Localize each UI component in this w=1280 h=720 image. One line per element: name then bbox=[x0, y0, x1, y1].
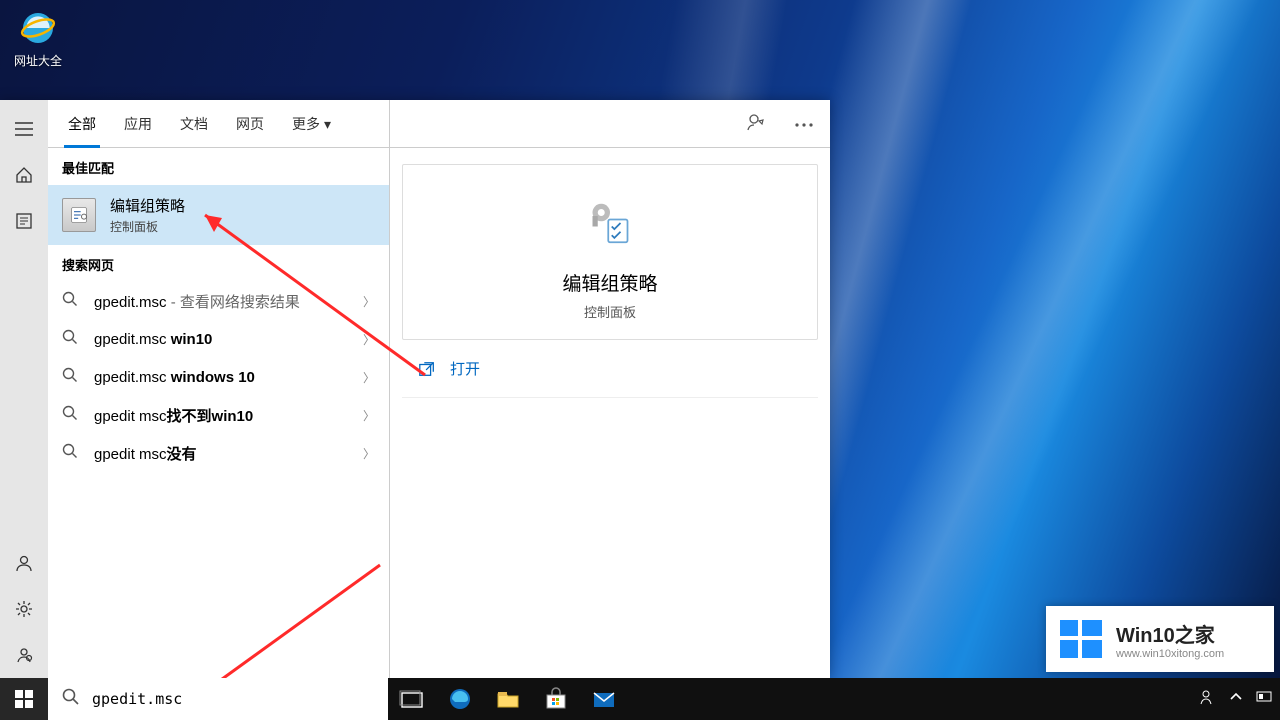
mail-button[interactable] bbox=[580, 678, 628, 720]
watermark-title: Win10之家 bbox=[1116, 619, 1224, 648]
web-result-text: gpedit msc没有 bbox=[94, 443, 349, 464]
web-result-item[interactable]: gpedit msc找不到win10 〉 bbox=[48, 396, 389, 434]
section-header-best-match: 最佳匹配 bbox=[48, 148, 389, 185]
tray-input-icon[interactable] bbox=[1256, 689, 1272, 710]
system-tray[interactable] bbox=[1192, 678, 1280, 720]
best-match-title: 编辑组策略 bbox=[110, 195, 185, 216]
search-icon bbox=[62, 329, 80, 349]
rail-power-button[interactable] bbox=[0, 632, 48, 678]
search-icon bbox=[62, 367, 80, 387]
preview-subtitle: 控制面板 bbox=[413, 302, 807, 321]
web-results-list: gpedit.msc - 查看网络搜索结果 〉 gpedit.msc win10… bbox=[48, 282, 389, 472]
tab-more[interactable]: 更多▾ bbox=[280, 100, 343, 148]
search-results-pane: 最佳匹配 编辑组策略 控制面板 搜索网页 gpedit.msc - 查看网络搜索… bbox=[48, 100, 390, 678]
search-preview-pane: 编辑组策略 控制面板 打开 bbox=[390, 100, 830, 678]
web-result-item[interactable]: gpedit.msc win10 〉 bbox=[48, 320, 389, 358]
taskbar bbox=[0, 678, 1280, 720]
watermark-url: www.win10xitong.com bbox=[1116, 648, 1224, 660]
rail-account-button[interactable] bbox=[0, 540, 48, 586]
best-match-subtitle: 控制面板 bbox=[110, 218, 185, 235]
rail-menu-button[interactable] bbox=[0, 106, 48, 152]
web-result-text: gpedit msc找不到win10 bbox=[94, 405, 349, 426]
open-icon bbox=[418, 360, 436, 378]
rail-home-button[interactable] bbox=[0, 152, 48, 198]
task-view-button[interactable] bbox=[388, 678, 436, 720]
gpedit-icon bbox=[62, 198, 96, 232]
web-result-text: gpedit.msc win10 bbox=[94, 331, 349, 348]
watermark: Win10之家 www.win10xitong.com bbox=[1046, 606, 1274, 672]
desktop-shortcut-ie[interactable]: 网址大全 bbox=[10, 8, 66, 69]
rail-settings-button[interactable] bbox=[0, 586, 48, 632]
file-explorer-button[interactable] bbox=[484, 678, 532, 720]
taskbar-search-box[interactable] bbox=[48, 678, 388, 720]
search-rail bbox=[0, 100, 48, 678]
preview-open-action[interactable]: 打开 bbox=[402, 340, 818, 398]
start-button[interactable] bbox=[0, 678, 48, 720]
watermark-logo-icon bbox=[1056, 614, 1106, 664]
ie-icon bbox=[18, 8, 58, 48]
edge-button[interactable] bbox=[436, 678, 484, 720]
section-header-web: 搜索网页 bbox=[48, 245, 389, 282]
chevron-right-icon: 〉 bbox=[363, 331, 375, 348]
preview-card: 编辑组策略 控制面板 bbox=[402, 164, 818, 340]
tray-people-icon[interactable] bbox=[1200, 689, 1216, 710]
store-button[interactable] bbox=[532, 678, 580, 720]
search-icon bbox=[62, 405, 80, 425]
desktop-shortcut-label: 网址大全 bbox=[10, 52, 66, 69]
chevron-down-icon: ▾ bbox=[324, 116, 331, 133]
tab-apps[interactable]: 应用 bbox=[112, 100, 164, 148]
search-input[interactable] bbox=[92, 690, 374, 708]
rail-recent-button[interactable] bbox=[0, 198, 48, 244]
chevron-right-icon: 〉 bbox=[363, 407, 375, 424]
web-result-text: gpedit.msc - 查看网络搜索结果 bbox=[94, 291, 349, 312]
best-match-result[interactable]: 编辑组策略 控制面板 bbox=[48, 185, 389, 245]
web-result-item[interactable]: gpedit.msc windows 10 〉 bbox=[48, 358, 389, 396]
web-result-text: gpedit.msc windows 10 bbox=[94, 369, 349, 386]
preview-open-label: 打开 bbox=[450, 358, 480, 379]
web-result-item[interactable]: gpedit msc没有 〉 bbox=[48, 434, 389, 472]
tray-chevron-up-icon[interactable] bbox=[1228, 689, 1244, 710]
tab-all[interactable]: 全部 bbox=[56, 100, 108, 148]
gpedit-large-icon bbox=[582, 195, 638, 251]
search-icon bbox=[62, 291, 80, 311]
tab-web[interactable]: 网页 bbox=[224, 100, 276, 148]
chevron-right-icon: 〉 bbox=[363, 369, 375, 386]
tab-documents[interactable]: 文档 bbox=[168, 100, 220, 148]
chevron-right-icon: 〉 bbox=[363, 293, 375, 310]
web-result-item[interactable]: gpedit.msc - 查看网络搜索结果 〉 bbox=[48, 282, 389, 320]
chevron-right-icon: 〉 bbox=[363, 445, 375, 462]
search-icon bbox=[62, 443, 80, 463]
search-icon bbox=[62, 688, 80, 711]
preview-title: 编辑组策略 bbox=[413, 269, 807, 296]
search-flyout: 全部 应用 文档 网页 更多▾ 最佳匹配 编辑组策略 控制面板 搜 bbox=[0, 100, 830, 678]
